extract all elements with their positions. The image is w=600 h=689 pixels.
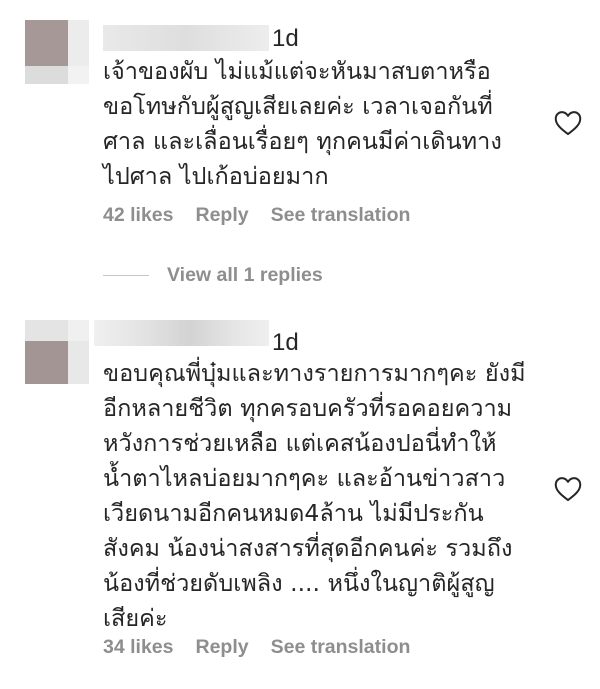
comment-actions: 34 likes Reply See translation xyxy=(103,636,410,659)
view-replies-row[interactable]: View all 1 replies xyxy=(103,264,323,287)
likes-count[interactable]: 34 likes xyxy=(103,636,173,659)
view-replies-link[interactable]: View all 1 replies xyxy=(167,264,323,287)
comment-text: ขอบคุณพี่บุ๋มและทางรายการมากๆคะ ยังมี อี… xyxy=(103,359,526,632)
avatar[interactable] xyxy=(25,320,89,384)
username-redacted[interactable] xyxy=(103,25,269,51)
reply-button[interactable]: Reply xyxy=(195,204,248,227)
see-translation-link[interactable]: See translation xyxy=(271,204,411,227)
likes-count[interactable]: 42 likes xyxy=(103,204,173,227)
comment-text: เจ้าของผับ ไม่แม้แต่จะหันมาสบตาหรือ ขอโท… xyxy=(103,57,502,190)
heart-icon[interactable] xyxy=(554,476,582,502)
comment-timestamp: 1d xyxy=(272,329,299,356)
heart-icon[interactable] xyxy=(554,110,582,136)
comment-item: 1d ขอบคุณพี่บุ๋มและทางรายการมากๆคะ ยังมี… xyxy=(0,300,600,689)
avatar[interactable] xyxy=(25,20,89,84)
see-translation-link[interactable]: See translation xyxy=(271,636,411,659)
comment-item: 1d เจ้าของผับ ไม่แม้แต่จะหันมาสบตาหรือ ข… xyxy=(0,0,600,290)
username-redacted[interactable] xyxy=(94,320,269,346)
reply-button[interactable]: Reply xyxy=(195,636,248,659)
replies-divider xyxy=(103,275,149,276)
comment-actions: 42 likes Reply See translation xyxy=(103,204,410,227)
comment-timestamp: 1d xyxy=(272,25,299,52)
